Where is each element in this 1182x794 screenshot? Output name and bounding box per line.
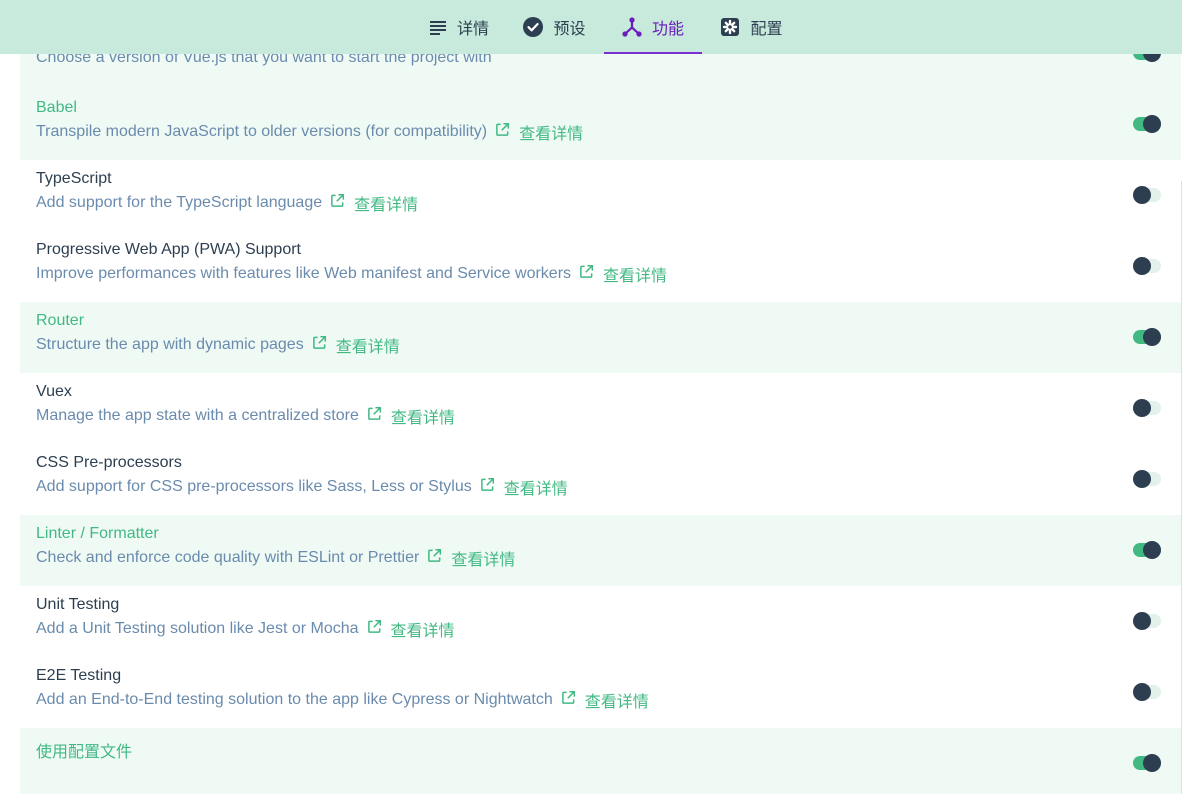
toggle-knob [1143,115,1161,133]
external-link-icon[interactable] [312,335,327,355]
external-link-icon[interactable] [427,548,442,568]
feature-row[interactable]: Unit Testing Add a Unit Testing solution … [20,586,1181,657]
toggle-knob [1143,754,1161,772]
toggle-knob [1133,612,1151,630]
feature-toggle[interactable] [1133,683,1161,701]
feature-row[interactable]: TypeScript Add support for the TypeScript… [20,160,1181,231]
feature-toggle[interactable] [1133,612,1161,630]
feature-row[interactable]: CSS Pre-processors Add support for CSS pr… [20,444,1181,515]
feature-description-text: Structure the app with dynamic pages [36,336,304,353]
more-info-link[interactable]: 查看详情 [519,120,583,144]
feature-row[interactable]: Router Structure the app with dynamic pag… [20,302,1181,373]
toggle-knob [1133,257,1151,275]
top-tab-bar: 详情 预设 功能 配置 [0,0,1182,54]
feature-title: Vuex [36,383,72,400]
tab-presets[interactable]: 预设 [505,0,604,54]
feature-toggle[interactable] [1133,470,1161,488]
more-info-link[interactable]: 查看详情 [585,688,649,712]
feature-row[interactable]: Choose Vue versionChoose a version of Vu… [20,54,1181,89]
feature-title: Router [36,312,85,329]
feature-description-text: Add support for CSS pre-processors like … [36,478,472,495]
tab-config[interactable]: 配置 [702,0,801,54]
feature-toggle[interactable] [1133,115,1161,133]
feature-description-text: Choose a version of Vue.js that you want… [36,54,492,66]
external-link-icon[interactable] [367,619,382,639]
toggle-knob [1133,683,1151,701]
tab-label: 预设 [553,21,586,38]
feature-description: Transpile modern JavaScript to older ver… [36,120,583,144]
more-info-link[interactable]: 查看详情 [354,191,418,215]
tab-label: 功能 [651,21,684,38]
external-link-icon[interactable] [367,406,382,426]
feature-title: Babel [36,99,77,116]
feature-title: 使用配置文件 [36,744,133,761]
feature-row[interactable]: Vuex Manage the app state with a centrali… [20,373,1181,444]
feature-description-text: Add support for the TypeScript language [36,194,323,211]
more-info-link[interactable]: 查看详情 [504,475,568,499]
feature-description: Add support for the TypeScript language 查… [36,191,418,215]
feature-toggle[interactable] [1133,328,1161,346]
check-circle-icon [523,17,544,37]
feature-description-text: Manage the app state with a centralized … [36,407,359,424]
feature-description: Add support for CSS pre-processors like … [36,475,568,499]
feature-description: Add an End-to-End testing solution to th… [36,688,649,712]
toggle-knob [1133,470,1151,488]
feature-row[interactable]: E2E Testing Add an End-to-End testing sol… [20,657,1181,728]
feature-title: Unit Testing [36,596,120,613]
external-link-icon[interactable] [495,122,510,142]
feature-description: Manage the app state with a centralized … [36,404,455,428]
feature-description-text: Check and enforce code quality with ESLi… [36,549,420,566]
external-link-icon[interactable] [561,690,576,710]
tab-features[interactable]: 功能 [604,0,702,54]
tab-list: 详情 预设 功能 配置 [413,0,801,54]
toggle-knob [1143,328,1161,346]
more-info-link[interactable]: 查看详情 [391,404,455,428]
toggle-knob [1143,541,1161,559]
tab-label: 详情 [456,21,489,38]
toggle-knob [1133,399,1151,417]
feature-toggle[interactable] [1133,54,1161,62]
more-info-link[interactable]: 查看详情 [391,617,455,641]
toggle-knob [1143,54,1161,62]
feature-row[interactable]: Babel Transpile modern JavaScript to olde… [20,89,1181,160]
external-link-icon[interactable] [480,477,495,497]
features-icon [622,17,642,37]
feature-title: Linter / Formatter [36,525,159,542]
feature-toggle[interactable] [1133,754,1161,772]
feature-toggle[interactable] [1133,257,1161,275]
feature-description: Choose a version of Vue.js that you want… [36,54,492,67]
feature-description-text: Improve performances with features like … [36,265,572,282]
feature-list: Choose Vue versionChoose a version of Vu… [20,54,1182,794]
feature-description: Add a Unit Testing solution like Jest or… [36,617,455,641]
feature-description: Check and enforce code quality with ESLi… [36,546,515,570]
toggle-knob [1133,186,1151,204]
feature-toggle[interactable] [1133,399,1161,417]
feature-row[interactable]: 使用配置文件 [20,728,1181,794]
more-info-link[interactable]: 查看详情 [451,546,515,570]
feature-description-text: Transpile modern JavaScript to older ver… [36,123,488,140]
feature-description: Structure the app with dynamic pages 查看详情 [36,333,400,357]
tab-label: 配置 [750,21,783,38]
feature-row[interactable]: Progressive Web App (PWA) Support Improve… [20,231,1181,302]
more-info-link[interactable]: 查看详情 [336,333,400,357]
feature-title: E2E Testing [36,667,122,684]
feature-row[interactable]: Linter / Formatter Check and enforce code… [20,515,1181,586]
external-link-icon[interactable] [579,264,594,284]
feature-toggle[interactable] [1133,541,1161,559]
details-icon [429,18,447,36]
external-link-icon[interactable] [330,193,345,213]
feature-toggle[interactable] [1133,186,1161,204]
tab-details[interactable]: 详情 [413,0,505,54]
more-info-link[interactable]: 查看详情 [603,262,667,286]
feature-title: CSS Pre-processors [36,454,182,471]
feature-title: Progressive Web App (PWA) Support [36,241,301,258]
feature-description: Improve performances with features like … [36,262,667,286]
gear-icon [720,17,740,37]
feature-title: TypeScript [36,170,112,187]
feature-description-text: Add a Unit Testing solution like Jest or… [36,620,359,637]
feature-description-text: Add an End-to-End testing solution to th… [36,691,553,708]
